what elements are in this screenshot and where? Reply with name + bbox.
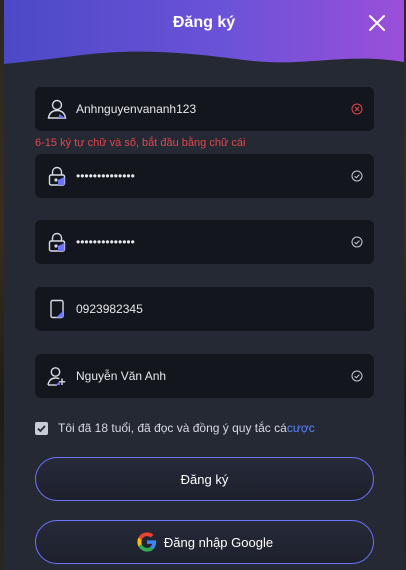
password-input[interactable]: •••••••••••••• <box>76 169 351 183</box>
checkmark-icon <box>37 424 46 432</box>
confirm-password-field[interactable]: •••••••••••••• <box>35 220 374 264</box>
lock-icon <box>48 166 66 186</box>
username-error-text: 6-15 ký tự chữ và số, bắt đầu bằng chữ c… <box>35 137 246 149</box>
google-login-button-label: Đăng nhập Google <box>163 534 274 550</box>
fullname-input[interactable]: Nguyễn Văn Anh <box>76 369 351 383</box>
agreement-checkbox[interactable] <box>35 421 48 435</box>
check-icon <box>351 170 363 182</box>
register-button-label: Đăng ký <box>180 471 229 487</box>
lock-icon <box>48 232 66 252</box>
modal-title: Đăng ký <box>172 14 236 31</box>
username-input[interactable]: Anhnguyenvananh123 <box>76 102 351 116</box>
check-icon <box>351 370 363 382</box>
close-icon[interactable] <box>366 12 388 34</box>
add-user-icon <box>47 367 66 386</box>
google-icon <box>137 532 157 552</box>
rules-link[interactable]: cược <box>287 421 315 435</box>
fullname-field[interactable]: Nguyễn Văn Anh <box>35 354 374 398</box>
register-modal: Đăng ký Anhnguyenvananh123 6-15 ký tự ch… <box>4 0 404 570</box>
agreement-text: Tôi đã 18 tuổi, đã đọc và đồng ý quy tắc… <box>58 421 287 435</box>
google-login-button[interactable]: Đăng nhập Google <box>35 520 374 564</box>
phone-input[interactable]: 0923982345 <box>76 302 374 316</box>
modal-header: Đăng ký <box>4 0 404 70</box>
error-icon <box>351 103 363 115</box>
check-icon <box>351 236 363 248</box>
confirm-password-input[interactable]: •••••••••••••• <box>76 235 351 249</box>
phone-field[interactable]: 0923982345 <box>35 287 374 331</box>
header-wave <box>4 0 404 64</box>
password-field[interactable]: •••••••••••••• <box>35 154 374 198</box>
age-agreement: Tôi đã 18 tuổi, đã đọc và đồng ý quy tắc… <box>35 421 315 435</box>
user-icon <box>47 99 67 119</box>
username-field[interactable]: Anhnguyenvananh123 <box>35 87 374 131</box>
phone-icon <box>50 299 64 319</box>
register-button[interactable]: Đăng ký <box>35 457 374 501</box>
